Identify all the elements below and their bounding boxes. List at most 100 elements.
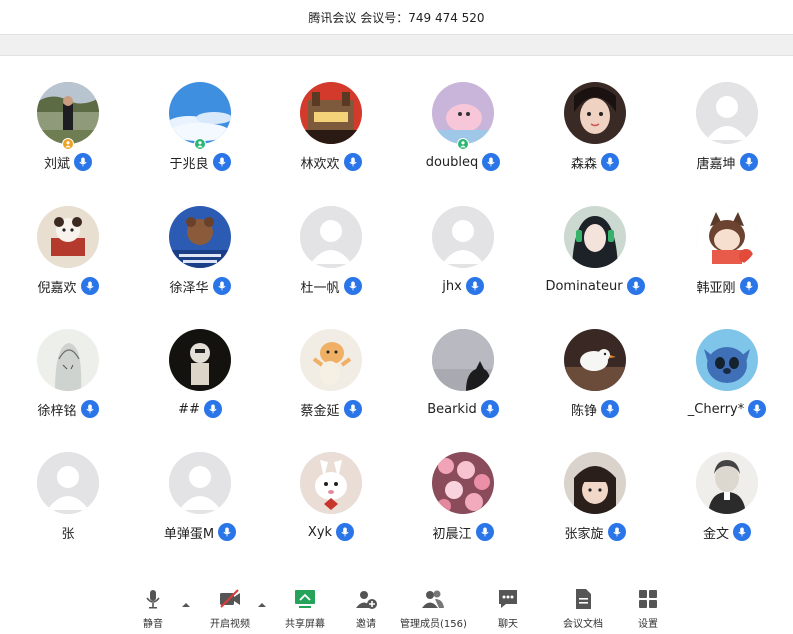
participant-name: 唐嘉坤 <box>696 156 736 172</box>
toolbar-label: 共享屏幕 <box>285 619 325 630</box>
video-off-button[interactable]: 开启视频 <box>210 586 250 630</box>
participant-tile[interactable]: 唐嘉坤 <box>661 56 793 172</box>
members-icon <box>420 586 446 611</box>
participant-name: 陈铮 <box>570 403 597 419</box>
participant-name-row: jhx <box>397 276 529 296</box>
microphone-icon <box>733 523 751 541</box>
participant-tile[interactable]: Bearkid <box>397 303 529 418</box>
participant-name-row: 森森 <box>529 152 661 172</box>
microphone-icon <box>601 400 619 418</box>
participant-name-row: 徐泽华 <box>134 276 266 296</box>
members-button[interactable]: 管理成员(156) <box>400 586 467 630</box>
avatar <box>696 452 758 514</box>
participant-grid: 刘斌 于兆良 林欢欢 doubleq 森森 唐嘉坤倪嘉欢 徐泽华 杜一帆 jhx Dominate… <box>0 56 793 580</box>
participant-tile[interactable]: Xyk <box>265 426 397 541</box>
share-screen-button[interactable]: 共享屏幕 <box>285 586 325 630</box>
participant-name: 初晨江 <box>432 526 472 542</box>
avatar <box>169 329 231 391</box>
microphone-icon <box>748 400 767 418</box>
participant-name-row: 陈铮 <box>529 399 661 419</box>
participant-tile[interactable]: 金文 <box>661 426 793 542</box>
toolbar-label: 静音 <box>143 619 163 630</box>
toolbar-label: 邀请 <box>356 619 376 630</box>
participant-name-row: 张家旋 <box>529 522 661 542</box>
microphone-icon <box>601 153 619 171</box>
microphone-icon <box>739 153 758 171</box>
avatar <box>696 329 758 391</box>
participant-tile[interactable]: 于兆良 <box>134 56 266 172</box>
participant-name-row: 刘斌 <box>2 152 134 172</box>
microphone-button[interactable]: 静音 <box>140 586 166 630</box>
participant-tile[interactable]: 徐梓铭 <box>2 303 134 419</box>
chat-button[interactable]: 聊天 <box>495 586 521 630</box>
microphone-icon <box>626 277 645 295</box>
invite-button[interactable]: 邀请 <box>353 586 379 630</box>
participant-tile[interactable]: Dominateur <box>529 180 661 295</box>
avatar <box>37 329 99 391</box>
participant-tile[interactable]: 森森 <box>529 56 661 172</box>
participant-tile[interactable]: 杜一帆 <box>265 180 397 296</box>
participant-tile[interactable]: doubleq <box>397 56 529 171</box>
participant-name-row: 金文 <box>661 522 793 542</box>
participant-name: 韩亚刚 <box>696 280 736 296</box>
participant-tile[interactable]: 刘斌 <box>2 56 134 172</box>
participant-tile[interactable]: 初晨江 <box>397 426 529 542</box>
microphone-icon <box>739 277 758 295</box>
participant-name: 林欢欢 <box>300 156 340 172</box>
participant-name: doubleq <box>425 154 479 170</box>
participant-name: 倪嘉欢 <box>37 280 77 296</box>
document-button[interactable]: 会议文档 <box>563 586 603 630</box>
avatar <box>169 452 231 514</box>
participant-name-row: _Cherry* <box>661 399 793 419</box>
chevron-up-icon[interactable] <box>257 594 267 607</box>
participant-tile[interactable]: 韩亚刚 <box>661 180 793 296</box>
participant-tile[interactable]: _Cherry* <box>661 303 793 418</box>
microphone-icon <box>212 277 231 295</box>
avatar <box>696 206 758 268</box>
avatar <box>300 329 362 391</box>
microphone-icon <box>80 277 99 295</box>
participant-tile[interactable]: jhx <box>397 180 529 295</box>
participant-name-row: Dominateur <box>529 276 661 296</box>
participant-name: 森森 <box>570 156 597 172</box>
participant-name-row: ## <box>134 399 266 419</box>
microphone-icon <box>203 400 222 418</box>
participant-tile[interactable]: 倪嘉欢 <box>2 180 134 296</box>
avatar <box>564 452 626 514</box>
microphone-icon <box>80 400 99 418</box>
participant-name: 刘斌 <box>43 156 70 172</box>
microphone-icon <box>140 586 166 611</box>
participant-tile[interactable]: 单弹蛋M <box>134 426 266 542</box>
avatar <box>432 452 494 514</box>
cohost-badge-icon <box>457 138 469 150</box>
participant-name-row: 初晨江 <box>397 522 529 542</box>
participant-tile[interactable]: 徐泽华 <box>134 180 266 296</box>
participant-tile[interactable]: 张家旋 <box>529 426 661 542</box>
toolbar-label: 开启视频 <box>210 619 250 630</box>
participant-tile[interactable]: ## <box>134 303 266 418</box>
microphone-icon <box>480 400 499 418</box>
microphone-icon <box>336 523 355 541</box>
participant-name: 张 <box>61 526 75 542</box>
participant-tile[interactable]: 陈铮 <box>529 303 661 419</box>
toolbar-label: 聊天 <box>498 619 518 630</box>
participant-name-row: Xyk <box>265 522 397 542</box>
share-screen-icon <box>292 586 318 611</box>
participant-name: 徐泽华 <box>169 280 209 296</box>
top-strip <box>0 34 793 56</box>
avatar <box>37 452 99 514</box>
participant-name: 蔡金延 <box>300 403 340 419</box>
chevron-up-icon[interactable] <box>181 594 191 607</box>
participant-name-row: 蔡金延 <box>265 399 397 419</box>
participant-tile[interactable]: 张 <box>2 426 134 542</box>
settings-button[interactable]: 设置 <box>635 586 661 630</box>
title-bar: 腾讯会议 会议号：749 474 520 <box>0 0 793 34</box>
participant-tile[interactable]: 蔡金延 <box>265 303 397 419</box>
avatar <box>169 82 231 144</box>
avatar <box>300 452 362 514</box>
participant-name-row: 韩亚刚 <box>661 276 793 296</box>
participant-name: ## <box>178 401 200 417</box>
participant-tile[interactable]: 林欢欢 <box>265 56 397 172</box>
participant-name: 金文 <box>702 526 729 542</box>
cohost-badge-icon <box>194 138 206 150</box>
